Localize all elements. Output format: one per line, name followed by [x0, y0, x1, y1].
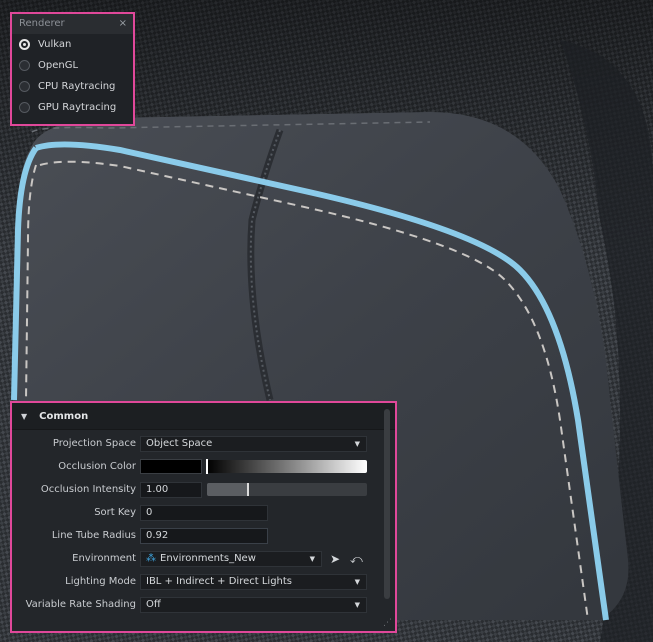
radio-vulkan[interactable]: Vulkan — [12, 34, 133, 55]
row-variable-rate-shading: Variable Rate Shading Off ▼ — [12, 596, 384, 614]
occlusion-color-label: Occlusion Color — [58, 461, 136, 472]
row-line-tube-radius: Line Tube Radius 0.92 — [12, 527, 384, 545]
sort-key-label: Sort Key — [94, 507, 136, 518]
chevron-down-icon: ▼ — [354, 601, 360, 609]
projection-space-dropdown[interactable]: Object Space ▼ — [140, 436, 367, 452]
row-occlusion-color: Occlusion Color — [12, 458, 384, 476]
row-environment: Environment ⁂ Environments_New ▼ ➤ ⤺ — [12, 550, 384, 568]
section-title: Common — [39, 410, 89, 422]
chevron-down-icon: ▼ — [354, 440, 360, 448]
line-tube-radius-label: Line Tube Radius — [51, 530, 136, 541]
radio-label: Vulkan — [38, 39, 72, 50]
lighting-mode-label: Lighting Mode — [65, 576, 136, 587]
radio-button[interactable] — [19, 81, 30, 92]
collapse-triangle-icon[interactable]: ▼ — [21, 412, 27, 421]
pick-cursor-icon[interactable]: ➤ — [330, 551, 340, 567]
dropdown-value: Environments_New — [160, 553, 256, 564]
occlusion-color-gradient[interactable] — [206, 459, 367, 474]
chevron-down-icon: ▼ — [354, 578, 360, 586]
variable-rate-shading-label: Variable Rate Shading — [25, 599, 136, 610]
radio-button-selected[interactable] — [19, 39, 30, 50]
reset-link-icon[interactable]: ⤺ — [350, 551, 363, 567]
occlusion-intensity-label: Occlusion Intensity — [40, 484, 136, 495]
radio-label: GPU Raytracing — [38, 102, 117, 113]
line-tube-radius-input[interactable]: 0.92 — [140, 528, 268, 544]
environment-dropdown[interactable]: ⁂ Environments_New ▼ — [140, 551, 322, 567]
radio-label: CPU Raytracing — [38, 81, 116, 92]
row-projection-space: Projection Space Object Space ▼ — [12, 435, 384, 453]
lighting-mode-dropdown[interactable]: IBL + Indirect + Direct Lights ▼ — [140, 574, 367, 590]
renderer-panel-title: Renderer — [19, 18, 65, 29]
dropdown-value: Object Space — [146, 438, 213, 449]
renderer-panel: Renderer × Vulkan OpenGL CPU Raytracing … — [10, 12, 135, 126]
common-properties-panel: ▼ Common Projection Space Object Space ▼… — [10, 401, 397, 633]
resize-grip-icon[interactable]: ⋰ — [383, 618, 392, 628]
common-section-header[interactable]: ▼ Common — [12, 403, 395, 430]
radio-opengl[interactable]: OpenGL — [12, 55, 133, 76]
occlusion-intensity-input[interactable]: 1.00 — [140, 482, 202, 498]
occlusion-color-swatch[interactable] — [140, 459, 202, 474]
projection-space-label: Projection Space — [52, 438, 136, 449]
radio-gpu-raytracing[interactable]: GPU Raytracing — [12, 97, 133, 118]
radio-button[interactable] — [19, 60, 30, 71]
occlusion-intensity-slider[interactable] — [207, 483, 367, 496]
variable-rate-shading-dropdown[interactable]: Off ▼ — [140, 597, 367, 613]
gradient-marker[interactable] — [206, 459, 208, 474]
dropdown-value: Off — [146, 599, 161, 610]
radio-label: OpenGL — [38, 60, 79, 71]
row-sort-key: Sort Key 0 — [12, 504, 384, 522]
sort-key-input[interactable]: 0 — [140, 505, 268, 521]
environment-label: Environment — [72, 553, 136, 564]
radio-button[interactable] — [19, 102, 30, 113]
dropdown-value: IBL + Indirect + Direct Lights — [146, 576, 293, 587]
environment-icon: ⁂ — [146, 553, 156, 564]
row-lighting-mode: Lighting Mode IBL + Indirect + Direct Li… — [12, 573, 384, 591]
slider-handle[interactable] — [247, 483, 249, 496]
chevron-down-icon: ▼ — [309, 555, 315, 563]
slider-fill — [207, 483, 247, 496]
vertical-scrollbar[interactable] — [384, 409, 390, 599]
radio-cpu-raytracing[interactable]: CPU Raytracing — [12, 76, 133, 97]
row-occlusion-intensity: Occlusion Intensity 1.00 — [12, 481, 384, 499]
renderer-panel-titlebar[interactable]: Renderer × — [12, 14, 133, 34]
close-icon[interactable]: × — [119, 14, 127, 34]
